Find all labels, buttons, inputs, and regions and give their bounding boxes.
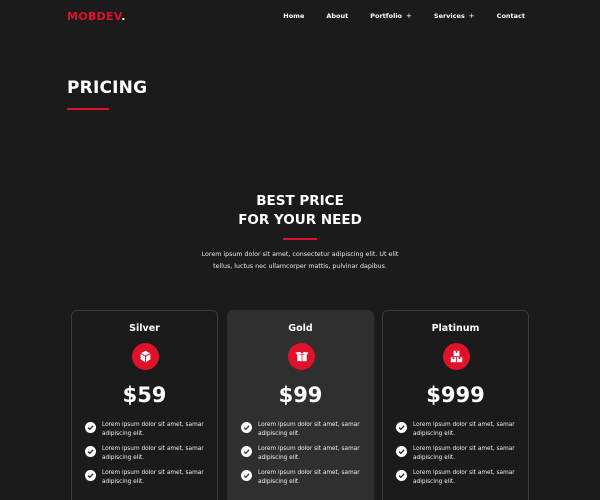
nav-item-home[interactable]: Home <box>283 12 304 20</box>
cube-icon <box>132 343 159 370</box>
check-circle-icon <box>241 446 252 457</box>
check-circle-icon <box>85 470 96 481</box>
feature-text: Lorem ipsum dolor sit amet, samar <box>258 446 360 452</box>
pricing-card-silver: Silver $59 Lorem ipsum dolor sit amet, s… <box>71 310 218 500</box>
site-header: MOBDEV. Home About Portfolio + Services … <box>0 0 600 34</box>
plan-price: $999 <box>426 383 485 407</box>
feature-text: Lorem ipsum dolor sit amet, samar <box>102 422 204 428</box>
section-description: Lorem ipsum dolor sit amet, consectetur … <box>190 249 410 272</box>
nav-label: Home <box>283 12 305 20</box>
pricing-card-gold: Gold $99 Lorem ipsum dolor sit amet, sam… <box>227 310 374 500</box>
feature-text: adipiscing elit. <box>102 454 145 461</box>
check-circle-icon <box>241 470 252 481</box>
title-underline <box>67 108 109 110</box>
plan-name: Platinum <box>431 323 480 334</box>
pricing-page: MOBDEV. Home About Portfolio + Services … <box>0 0 600 500</box>
feature-item: Lorem ipsum dolor sit amet, samar adipis… <box>241 445 366 469</box>
nav-label: Services <box>433 12 465 20</box>
feature-item: Lorem ipsum dolor sit amet, samar adipis… <box>85 469 210 493</box>
feature-item: Lorem ipsum dolor sit amet, samar adipis… <box>241 421 366 445</box>
feature-text: Lorem ipsum dolor sit amet, samar <box>413 470 515 476</box>
check-circle-icon <box>396 470 407 481</box>
feature-text: adipiscing elit. <box>102 430 145 437</box>
main-nav: Home About Portfolio + Services + Contac… <box>261 12 525 20</box>
check-circle-icon <box>85 446 96 457</box>
section-heading-line2: FOR YOUR NEED <box>238 212 362 228</box>
feature-text: Lorem ipsum dolor sit amet, samar <box>102 470 204 476</box>
feature-item: Lorem ipsum dolor sit amet, samar adipis… <box>85 421 210 445</box>
feature-text: Lorem ipsum dolor sit amet, samar <box>258 470 360 476</box>
check-circle-icon <box>241 422 252 433</box>
feature-text: adipiscing elit. <box>413 454 456 461</box>
open-box-icon <box>288 343 315 370</box>
nav-label: Contact <box>496 12 525 20</box>
feature-list: Lorem ipsum dolor sit amet, samar adipis… <box>85 421 210 493</box>
nav-item-contact[interactable]: Contact <box>497 12 525 20</box>
logo-text: MOBDEV <box>67 10 122 23</box>
section-heading-line1: BEST PRICE <box>256 193 344 209</box>
plan-name: Silver <box>129 323 160 334</box>
feature-text: adipiscing elit. <box>258 478 301 485</box>
feature-text: Lorem ipsum dolor sit amet, samar <box>413 446 515 452</box>
plus-icon: + <box>406 12 412 20</box>
feature-item: Lorem ipsum dolor sit amet, samar adipis… <box>396 421 521 445</box>
plan-name: Gold <box>288 323 313 334</box>
nav-label: About <box>326 12 349 20</box>
logo[interactable]: MOBDEV. <box>67 10 126 23</box>
feature-text: Lorem ipsum dolor sit amet, samar <box>102 446 204 452</box>
nav-item-services[interactable]: Services + <box>434 12 475 20</box>
feature-text: adipiscing elit. <box>413 478 456 485</box>
check-circle-icon <box>85 422 96 433</box>
feature-item: Lorem ipsum dolor sit amet, samar adipis… <box>85 445 210 469</box>
feature-item: Lorem ipsum dolor sit amet, samar adipis… <box>241 469 366 493</box>
feature-text: adipiscing elit. <box>413 430 456 437</box>
nav-label: Portfolio <box>370 12 403 20</box>
logo-dot: . <box>121 10 126 23</box>
feature-text: adipiscing elit. <box>258 454 301 461</box>
feature-text: adipiscing elit. <box>258 430 301 437</box>
plan-price: $99 <box>278 383 323 407</box>
feature-list: Lorem ipsum dolor sit amet, samar adipis… <box>396 421 521 493</box>
section-heading: BEST PRICE FOR YOUR NEED <box>0 192 600 230</box>
boxes-icon <box>443 343 470 370</box>
page-title: PRICING <box>67 78 148 98</box>
section-description-line1: Lorem ipsum dolor sit amet, consectetur … <box>201 251 399 258</box>
nav-item-about[interactable]: About <box>326 12 348 20</box>
section-description-line2: tellus, luctus nec ullamcorper mattis, p… <box>213 262 387 270</box>
feature-list: Lorem ipsum dolor sit amet, samar adipis… <box>241 421 366 493</box>
check-circle-icon <box>396 422 407 433</box>
nav-item-portfolio[interactable]: Portfolio + <box>370 12 412 20</box>
check-circle-icon <box>396 446 407 457</box>
feature-item: Lorem ipsum dolor sit amet, samar adipis… <box>396 469 521 493</box>
feature-text: Lorem ipsum dolor sit amet, samar <box>258 422 360 428</box>
feature-text: adipiscing elit. <box>102 478 145 485</box>
pricing-card-platinum: Platinum $999 Lorem ipsum dolor sit amet… <box>382 310 529 500</box>
feature-text: Lorem ipsum dolor sit amet, samar <box>413 422 515 428</box>
section-underline <box>283 238 317 240</box>
plan-price: $59 <box>122 383 167 407</box>
feature-item: Lorem ipsum dolor sit amet, samar adipis… <box>396 445 521 469</box>
plus-icon: + <box>468 12 475 20</box>
